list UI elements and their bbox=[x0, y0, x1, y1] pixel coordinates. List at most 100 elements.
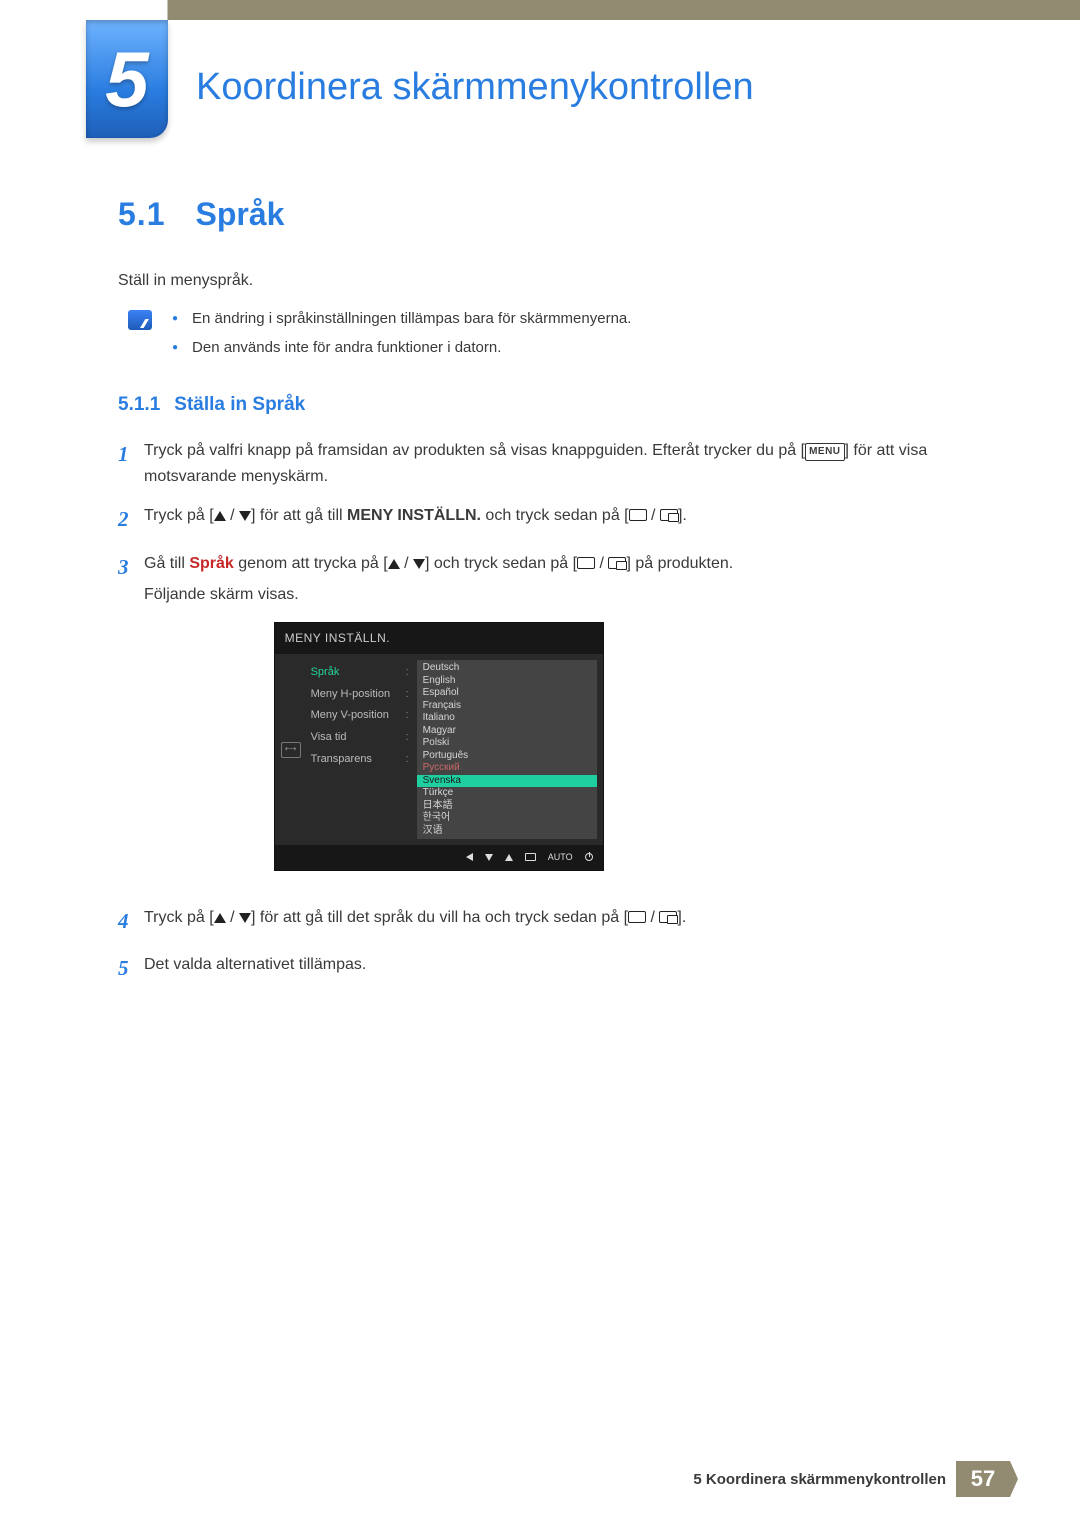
step-number: 2 bbox=[118, 503, 144, 537]
step-list: 1 Tryck på valfri knapp på framsidan av … bbox=[118, 438, 990, 986]
back-icon bbox=[466, 853, 473, 861]
osd-lang: Polski bbox=[417, 737, 597, 750]
bold-label: MENY INSTÄLLN. bbox=[347, 507, 481, 524]
t: ]. bbox=[677, 909, 686, 926]
step-text: Tryck på valfri knapp på framsidan av pr… bbox=[144, 438, 990, 489]
osd-footer: AUTO bbox=[275, 845, 603, 869]
osd-category-icon: ⟷ bbox=[275, 658, 307, 841]
section-name: Språk bbox=[195, 196, 284, 232]
step-number: 1 bbox=[118, 438, 144, 489]
auto-label: AUTO bbox=[548, 850, 573, 864]
osd-language-list: Deutsch English Español Français Italian… bbox=[417, 660, 597, 839]
step-3: 3 Gå till Språk genom att trycka på [ / … bbox=[118, 551, 990, 891]
osd-lang: Türkçe bbox=[417, 787, 597, 800]
chapter-header: 5 Koordinera skärmmenykontrollen bbox=[0, 20, 1080, 138]
note-text: En ändring i språkinställningen tillämpa… bbox=[192, 310, 631, 327]
keyword: Språk bbox=[189, 555, 233, 572]
t: Gå till bbox=[144, 555, 189, 572]
bullet-icon: ● bbox=[172, 313, 178, 324]
bullet-icon: ● bbox=[172, 342, 178, 353]
osd-lang: Português bbox=[417, 750, 597, 763]
osd-header: MENY INSTÄLLN. bbox=[275, 623, 603, 654]
section-number: 5.1 bbox=[118, 196, 165, 232]
t: ]. bbox=[678, 507, 687, 524]
osd-menu-item-active: Språk: bbox=[307, 662, 417, 684]
t: Tryck på [ bbox=[144, 507, 214, 524]
osd-lang: Italiano bbox=[417, 712, 597, 725]
note-icon bbox=[128, 310, 152, 330]
down-icon bbox=[485, 854, 493, 861]
step-text: Tryck på [ / ] för att gå till MENY INST… bbox=[144, 503, 687, 537]
osd-body: ⟷ Språk: Meny H-position: Meny V-positio… bbox=[275, 654, 603, 845]
step-2: 2 Tryck på [ / ] för att gå till MENY IN… bbox=[118, 503, 990, 537]
source-enter-icon: / bbox=[577, 555, 626, 572]
t: och tryck sedan på [ bbox=[481, 507, 629, 524]
step-1: 1 Tryck på valfri knapp på framsidan av … bbox=[118, 438, 990, 489]
page-content: 5.1 Språk Ställ in menyspråk. ● En ändring… bbox=[118, 198, 990, 986]
up-down-icon: / bbox=[388, 555, 425, 572]
t: Tryck på valfri knapp på framsidan av pr… bbox=[144, 442, 805, 459]
source-enter-icon: / bbox=[629, 507, 678, 524]
source-enter-icon: / bbox=[628, 909, 677, 926]
page-footer: 5 Koordinera skärmmenykontrollen 57 bbox=[0, 1461, 1080, 1497]
top-accent-bar bbox=[88, 0, 1080, 20]
t: genom att trycka på [ bbox=[234, 555, 388, 572]
osd-menu-item: Meny V-position: bbox=[307, 705, 417, 727]
osd-lang: 汉语 bbox=[417, 825, 597, 838]
t: ] och tryck sedan på [ bbox=[425, 555, 577, 572]
osd-screenshot: MENY INSTÄLLN. ⟷ Språk: Meny H-position:… bbox=[274, 622, 604, 871]
step-number: 3 bbox=[118, 551, 144, 891]
step-5: 5 Det valda alternativet tillämpas. bbox=[118, 952, 990, 986]
intro-text: Ställ in menyspråk. bbox=[118, 272, 990, 290]
label: Meny H-position bbox=[311, 686, 390, 704]
t: ] på produkten. bbox=[626, 555, 733, 572]
step-4: 4 Tryck på [ / ] för att gå till det spr… bbox=[118, 905, 990, 939]
label: Visa tid bbox=[311, 729, 347, 747]
chapter-number-tab: 5 bbox=[86, 20, 168, 138]
osd-lang: 한국어 bbox=[417, 812, 597, 825]
subsection-title: 5.1.1 Ställa in Språk bbox=[118, 394, 990, 416]
subsection-number: 5.1.1 bbox=[118, 394, 160, 415]
osd-menu-column: Språk: Meny H-position: Meny V-position:… bbox=[307, 658, 417, 841]
osd-lang-selected: Svenska bbox=[417, 775, 597, 788]
step-text: Det valda alternativet tillämpas. bbox=[144, 952, 366, 986]
osd-lang: English bbox=[417, 675, 597, 688]
osd-lang: Español bbox=[417, 687, 597, 700]
step-text: Tryck på [ / ] för att gå till det språk… bbox=[144, 905, 686, 939]
footer-tip bbox=[1010, 1461, 1018, 1497]
step-number: 5 bbox=[118, 952, 144, 986]
t: Tryck på [ bbox=[144, 909, 214, 926]
osd-lang: Русский bbox=[417, 762, 597, 775]
t: Följande skärm visas. bbox=[144, 586, 299, 603]
label: Språk bbox=[311, 664, 340, 682]
up-down-icon: / bbox=[214, 909, 251, 926]
osd-lang: Français bbox=[417, 700, 597, 713]
power-icon bbox=[585, 853, 593, 861]
note-lines: ● En ändring i språkinställningen tillämp… bbox=[172, 310, 990, 368]
up-icon bbox=[505, 854, 513, 861]
osd-menu-item: Transparens: bbox=[307, 749, 417, 771]
t: ] för att gå till bbox=[251, 507, 347, 524]
footer-text: 5 Koordinera skärmmenykontrollen bbox=[693, 1461, 956, 1497]
osd-lang: 日本語 bbox=[417, 800, 597, 813]
up-down-icon: / bbox=[214, 507, 251, 524]
t: ] för att gå till det språk du vill ha o… bbox=[251, 909, 628, 926]
subsection-name: Ställa in Språk bbox=[174, 394, 305, 415]
osd-lang: Deutsch bbox=[417, 662, 597, 675]
osd-menu-item: Meny H-position: bbox=[307, 684, 417, 706]
label: Meny V-position bbox=[311, 707, 389, 725]
note-text: Den används inte för andra funktioner i … bbox=[192, 339, 501, 356]
chapter-title: Koordinera skärmmenykontrollen bbox=[196, 66, 754, 138]
menu-button-icon: MENU bbox=[805, 443, 844, 461]
note-line: ● Den används inte för andra funktioner i… bbox=[172, 339, 990, 356]
note-block: ● En ändring i språkinställningen tillämp… bbox=[118, 310, 990, 368]
osd-lang: Magyar bbox=[417, 725, 597, 738]
step-text: Gå till Språk genom att trycka på [ / ] … bbox=[144, 551, 733, 891]
step-number: 4 bbox=[118, 905, 144, 939]
section-title: 5.1 Språk bbox=[118, 198, 990, 230]
note-line: ● En ändring i språkinställningen tillämp… bbox=[172, 310, 990, 327]
osd-menu-item: Visa tid: bbox=[307, 727, 417, 749]
page-number-badge: 57 bbox=[956, 1461, 1010, 1497]
label: Transparens bbox=[311, 751, 372, 769]
enter-icon bbox=[525, 853, 536, 861]
